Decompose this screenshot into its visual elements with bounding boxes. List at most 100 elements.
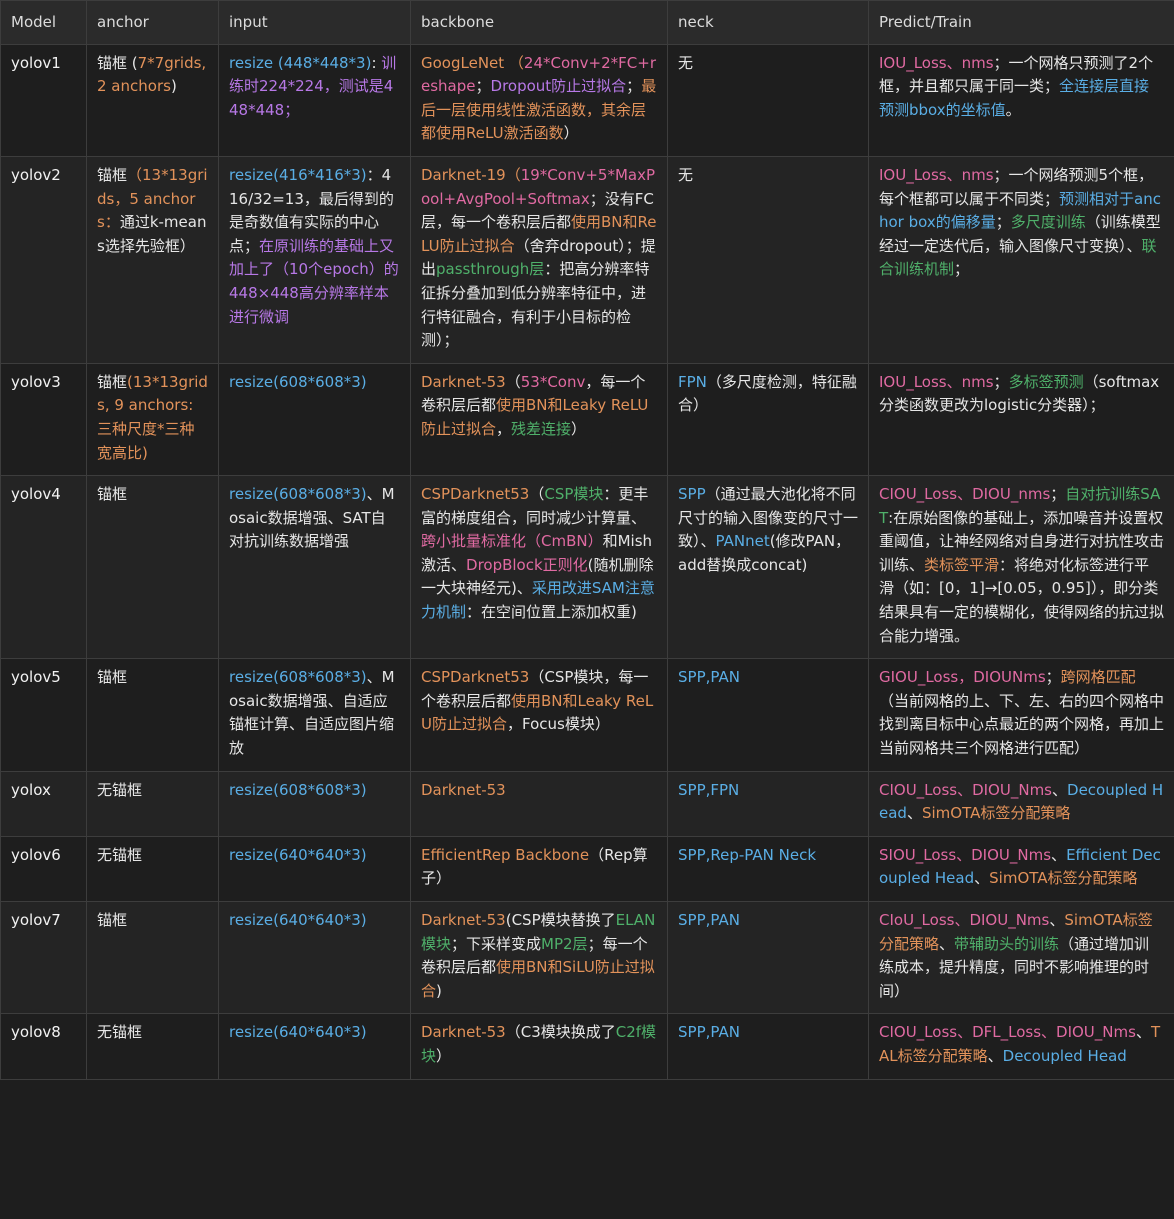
text-segment: 锚框 (	[97, 53, 138, 72]
cell-predict-train: IOU_Loss、nms；一个网络预测5个框，每个框都可以属于不同类；预测相对于…	[868, 155, 1174, 364]
cell-neck: 无	[667, 43, 869, 157]
cell-predict-train: IOU_Loss、nms；多标签预测（softmax分类函数更改为logisti…	[868, 362, 1174, 477]
cell-model: yolov1	[0, 43, 87, 157]
table-row: yolov6 无锚框 resize(640*640*3) EfficientRep B…	[0, 835, 1174, 903]
cell-backbone: Darknet-53(CSP模块替换了ELAN模块；下采样变成MP2层；每一个卷…	[410, 900, 668, 1015]
text-segment: Dropout防止过拟合	[490, 77, 627, 96]
cell-backbone: CSPDarknet53（CSP模块：更丰富的梯度组合，同时减少计算量、跨小批量…	[410, 475, 668, 660]
text-segment: SPP,PAN	[678, 911, 740, 929]
cell-neck: FPN（多尺度检测，特征融合）	[667, 362, 869, 477]
text-segment: 、	[1135, 1023, 1151, 1042]
text-segment: ：在空间位置上添加权重)	[466, 603, 637, 622]
cell-predict-train: GIOU_Loss，DIOUNms；跨网格匹配 （当前网格的上、下、左、右的四个网…	[868, 658, 1174, 772]
cell-anchor: 无锚框	[86, 770, 219, 837]
text-segment: resize(640*640*3)	[229, 845, 367, 864]
text-segment: ）	[563, 124, 579, 143]
text-segment: 锚框	[97, 372, 128, 391]
text-segment: ）	[571, 419, 587, 438]
text-segment: )	[170, 77, 177, 96]
text-segment: resize(608*608*3)	[229, 668, 367, 687]
text-segment: ；	[1045, 668, 1061, 687]
text-segment: 无	[678, 165, 694, 184]
cell-model: yolov7	[0, 900, 87, 1015]
cell-input: resize (448*448*3): 训练时224*224，测试是448*44…	[218, 43, 411, 157]
cell-neck: SPP,PAN	[667, 1013, 869, 1080]
cell-model: yolov6	[0, 835, 87, 903]
text-segment: Darknet-53	[421, 911, 506, 929]
text-segment: 跨网格匹配	[1060, 668, 1136, 687]
text-segment: CIOU_Loss、DIOU_Nms	[879, 780, 1052, 799]
text-segment: ；	[993, 372, 1009, 391]
text-segment: resize(608*608*3)	[229, 372, 367, 391]
header-row: Model anchor input backbone neck Predict…	[0, 0, 1174, 45]
cell-predict-train: SIOU_Loss、DIOU_Nms、Efficient Decoupled H…	[868, 835, 1174, 903]
cell-backbone: Darknet-19（19*Conv+5*MaxPool+AvgPool+Sof…	[410, 155, 668, 364]
text-segment: 锚框	[97, 165, 128, 184]
text-segment: ，	[496, 419, 512, 438]
cell-backbone: Darknet-53（C3模块换成了C2f模块）	[410, 1013, 668, 1080]
text-segment: 无锚框	[97, 780, 143, 799]
cell-neck: 无	[667, 155, 869, 364]
text-segment: （	[529, 485, 545, 504]
text-segment: Darknet-53	[421, 780, 506, 799]
text-segment: 、	[1051, 845, 1067, 864]
text-segment: 类标签平滑	[924, 555, 1000, 574]
cell-input: resize(608*608*3)	[218, 362, 411, 477]
cell-model: yolov2	[0, 155, 87, 364]
cell-backbone: EfficientRep Backbone（Rep算子）	[410, 835, 668, 903]
cell-input: resize(640*640*3)	[218, 835, 411, 903]
header-model: Model	[0, 0, 87, 45]
text-segment: GoogLeNet （	[421, 53, 524, 72]
text-segment: 、	[987, 1046, 1003, 1065]
text-segment: 。	[1005, 100, 1021, 119]
text-segment: CIOU_Loss、DFL_Loss、DIOU_Nms	[879, 1023, 1136, 1042]
cell-backbone: GoogLeNet （24*Conv+2*FC+reshape；Dropout防…	[410, 43, 668, 157]
yolo-comparison-table: Model anchor input backbone neck Predict…	[0, 0, 1174, 1080]
cell-predict-train: CIoU_Loss、DIOU_Nms、SimOTA标签分配策略、带辅助头的训练（…	[868, 900, 1174, 1015]
text-segment: 无	[678, 53, 694, 72]
cell-model: yolov3	[0, 362, 87, 477]
cell-neck: SPP（通过最大池化将不同尺寸的输入图像变的尺寸一致）、PANnet(修改PAN…	[667, 475, 869, 660]
header-anchor: anchor	[86, 0, 219, 45]
text-segment: SIOU_Loss、DIOU_Nms	[879, 845, 1052, 864]
text-segment: 无锚框	[97, 845, 143, 864]
text-segment: SPP,Rep-PAN Neck	[678, 845, 817, 864]
text-segment: )	[436, 981, 442, 1000]
header-neck: neck	[667, 0, 869, 45]
cell-input: resize(608*608*3)	[218, 770, 411, 837]
text-segment: IOU_Loss、nms	[879, 53, 994, 72]
cell-anchor: 锚框（13*13grids，5 anchors：通过k-means选择先验框）	[86, 155, 219, 364]
cell-predict-train: IOU_Loss、nms；一个网格只预测了2个框，并且都只属于同一类；全连接层直…	[868, 43, 1174, 157]
text-segment: IOU_Loss、nms	[879, 165, 994, 184]
text-segment: Darknet-53	[421, 372, 506, 391]
text-segment: 53*Conv	[520, 372, 586, 391]
cell-input: resize(640*640*3)	[218, 900, 411, 1015]
text-segment: 无锚框	[97, 1023, 143, 1042]
table-row: yolov2 锚框（13*13grids，5 anchors：通过k-means选…	[0, 155, 1174, 364]
text-segment: （当前网格的上、下、左、右的四个网格中找到离目标中心点最近的两个网格，再加上当前…	[879, 691, 1165, 758]
cell-anchor: 锚框	[86, 475, 219, 660]
text-segment: Decoupled Head	[1002, 1046, 1127, 1065]
text-segment: SimOTA标签分配策略	[921, 804, 1071, 823]
cell-neck: SPP,PAN	[667, 900, 869, 1015]
cell-anchor: 无锚框	[86, 835, 219, 903]
table-row: yolov3 锚框(13*13grids, 9 anchors: 三种尺度*三种宽…	[0, 362, 1174, 477]
text-segment: 多尺度训练	[1010, 213, 1086, 232]
cell-model: yolov5	[0, 658, 87, 772]
cell-input: resize(608*608*3)、Mosaic数据增强、自适应锚框计算、自适应…	[218, 658, 411, 772]
table-row: yolov4 锚框 resize(608*608*3)、Mosaic数据增强、SAT…	[0, 475, 1174, 660]
text-segment: 多标签预测	[1008, 372, 1084, 391]
cell-input: resize(416*416*3)：416/32=13，最后得到的是奇数值有实际…	[218, 155, 411, 364]
text-segment: SPP,PAN	[678, 668, 740, 687]
cell-anchor: 锚框	[86, 900, 219, 1015]
cell-predict-train: CIOU_Loss、DFL_Loss、DIOU_Nms、TAL标签分配策略、De…	[868, 1013, 1174, 1080]
cell-neck: SPP,FPN	[667, 770, 869, 837]
cell-anchor: 锚框(13*13grids, 9 anchors: 三种尺度*三种宽高比)	[86, 362, 219, 477]
text-segment: DropBlock正则化	[466, 555, 588, 574]
cell-input: resize(608*608*3)、Mosaic数据增强、SAT自对抗训练数据增…	[218, 475, 411, 660]
text-segment: SimOTA标签分配策略	[989, 869, 1138, 888]
cell-anchor: 无锚框	[86, 1013, 219, 1080]
text-segment: SPP,FPN	[678, 780, 740, 799]
text-segment: 、	[1049, 911, 1065, 929]
text-segment: CSPDarknet53	[421, 485, 530, 504]
